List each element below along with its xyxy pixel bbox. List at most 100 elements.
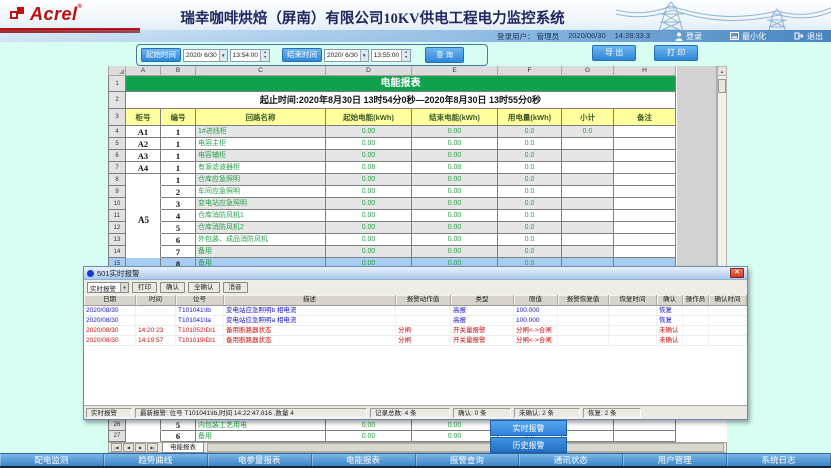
row-number[interactable]: 8	[108, 174, 126, 186]
alarm-column-header[interactable]: 操作员	[683, 295, 709, 305]
row-number[interactable]: 4	[108, 126, 126, 138]
row-number[interactable]: 7	[108, 162, 126, 174]
cell[interactable]	[614, 234, 676, 246]
row-number[interactable]: 5	[108, 138, 126, 150]
cell[interactable]	[614, 246, 676, 258]
select-all-corner[interactable]	[108, 66, 126, 76]
cell[interactable]: A1	[126, 126, 161, 138]
alarm-column-header[interactable]: 日期	[84, 295, 136, 305]
row-number[interactable]: 12	[108, 222, 126, 234]
cell[interactable]	[562, 186, 614, 198]
cell[interactable]	[562, 174, 614, 186]
cell[interactable]	[614, 420, 676, 431]
cell[interactable]: 0.00	[412, 222, 498, 234]
cell[interactable]: 1	[161, 138, 196, 150]
sheet-nav-icon[interactable]: ◀	[123, 443, 134, 452]
cell[interactable]: 1	[161, 174, 196, 186]
sheet-nav-icon[interactable]: ▶	[135, 443, 146, 452]
end-time-button[interactable]: 结束时间	[282, 48, 322, 62]
cell[interactable]	[562, 222, 614, 234]
start-time-button[interactable]: 起始时间	[141, 48, 181, 62]
cell[interactable]	[562, 210, 614, 222]
cell[interactable]: 0.00	[412, 174, 498, 186]
cell[interactable]: 仓库消防风机2	[196, 222, 326, 234]
cell[interactable]	[562, 420, 614, 431]
cell[interactable]: 0.00	[326, 138, 412, 150]
end-time-spinner[interactable]: 13:55:00▲▼	[371, 49, 411, 62]
cell[interactable]: 5	[161, 420, 196, 431]
start-date-combo[interactable]: 2020/ 6/30▼	[183, 49, 228, 62]
nav-tab-电参量报表[interactable]: 电参量报表	[208, 454, 312, 466]
cell[interactable]: 有源滤波器柜	[196, 162, 326, 174]
cell[interactable]: 0.00	[326, 174, 412, 186]
report-period-cell[interactable]: 起止时间:2020年8月30日 13时54分0秒—2020年8月30日 13时5…	[126, 92, 676, 109]
cell[interactable]: 仓库消防风机1	[196, 210, 326, 222]
alarm-column-header[interactable]: 描述	[224, 295, 396, 305]
column-header[interactable]: 回路名称	[196, 109, 326, 126]
cell[interactable]: 0.08	[326, 162, 412, 174]
alarm-column-header[interactable]: 报警动作值	[396, 295, 451, 305]
dropdown-arrow-icon[interactable]: ▼	[219, 50, 227, 61]
cell[interactable]	[562, 234, 614, 246]
cell[interactable]: 0.00	[412, 126, 498, 138]
cell[interactable]: 0.00	[412, 420, 498, 431]
export-button[interactable]: 导 出	[592, 45, 636, 61]
cell[interactable]: 0.00	[326, 186, 412, 198]
cell[interactable]: 内包装工艺用电	[196, 420, 326, 431]
cell[interactable]	[614, 174, 676, 186]
sheet-tab[interactable]: 电能报表	[162, 443, 204, 453]
cell[interactable]	[562, 431, 614, 442]
cell[interactable]: 变电站应急照明	[196, 198, 326, 210]
cell[interactable]: 0.0	[498, 174, 562, 186]
alarm-menu-item[interactable]: 历史报警	[490, 437, 567, 453]
alarm-column-header[interactable]: 确认	[657, 295, 683, 305]
cell[interactable]: 0.00	[412, 198, 498, 210]
column-letter[interactable]: G	[562, 66, 614, 76]
row-number[interactable]: 3	[108, 109, 126, 126]
cell[interactable]: 0.00	[412, 431, 498, 442]
alarm-column-header[interactable]: 位号	[176, 295, 224, 305]
alarm-column-header[interactable]: 确认时间	[709, 295, 747, 305]
cell[interactable]	[614, 222, 676, 234]
exit-button[interactable]: 退出	[794, 31, 823, 42]
cell[interactable]	[614, 210, 676, 222]
nav-tab-通讯状态[interactable]: 通讯状态	[519, 454, 623, 466]
popup-titlebar[interactable]: 501实时报警 ✕	[84, 267, 747, 280]
nav-tab-用户管理[interactable]: 用户管理	[623, 454, 727, 466]
cell[interactable]: 1	[161, 150, 196, 162]
cell[interactable]: 0.00	[326, 234, 412, 246]
query-button[interactable]: 查 询	[425, 47, 464, 63]
scrollbar-thumb[interactable]	[718, 79, 726, 93]
nav-tab-趋势曲线[interactable]: 趋势曲线	[104, 454, 208, 466]
column-header[interactable]: 柜号	[126, 109, 161, 126]
merged-cabinet-label[interactable]: A5	[127, 174, 160, 266]
row-number[interactable]: 2	[108, 92, 126, 109]
cell[interactable]	[614, 126, 676, 138]
cell[interactable]: 1	[161, 126, 196, 138]
cell[interactable]: 0.00	[412, 246, 498, 258]
cell[interactable]: 0.0	[498, 234, 562, 246]
cell[interactable]: 3	[161, 198, 196, 210]
cell[interactable]: 0.00	[326, 150, 412, 162]
cell[interactable]: 0.00	[412, 138, 498, 150]
cell[interactable]	[562, 150, 614, 162]
alarm-row[interactable]: 2020/08/3014:20:23T101052\DI1备用断路器状态分闸开关…	[84, 326, 747, 336]
column-header[interactable]: 用电量(kWh)	[498, 109, 562, 126]
horizontal-scrollbar[interactable]	[207, 443, 724, 452]
cell[interactable]	[614, 198, 676, 210]
cell[interactable]: 0.0	[498, 186, 562, 198]
cell[interactable]: 5	[161, 222, 196, 234]
cell[interactable]: 7	[161, 246, 196, 258]
cell[interactable]: 0.00	[412, 186, 498, 198]
column-header[interactable]: 编号	[161, 109, 196, 126]
row-number[interactable]: 10	[108, 198, 126, 210]
cell[interactable]	[614, 431, 676, 442]
alarm-menu-item[interactable]: 实时报警	[490, 420, 567, 436]
cell[interactable]	[562, 138, 614, 150]
cell[interactable]: 电容辅柜	[196, 150, 326, 162]
column-letter[interactable]: D	[326, 66, 412, 76]
alarm-column-header[interactable]: 恢复时间	[609, 295, 657, 305]
cell[interactable]: 0.0	[498, 210, 562, 222]
cell[interactable]: 0.0	[498, 162, 562, 174]
cell[interactable]: 备用	[196, 246, 326, 258]
